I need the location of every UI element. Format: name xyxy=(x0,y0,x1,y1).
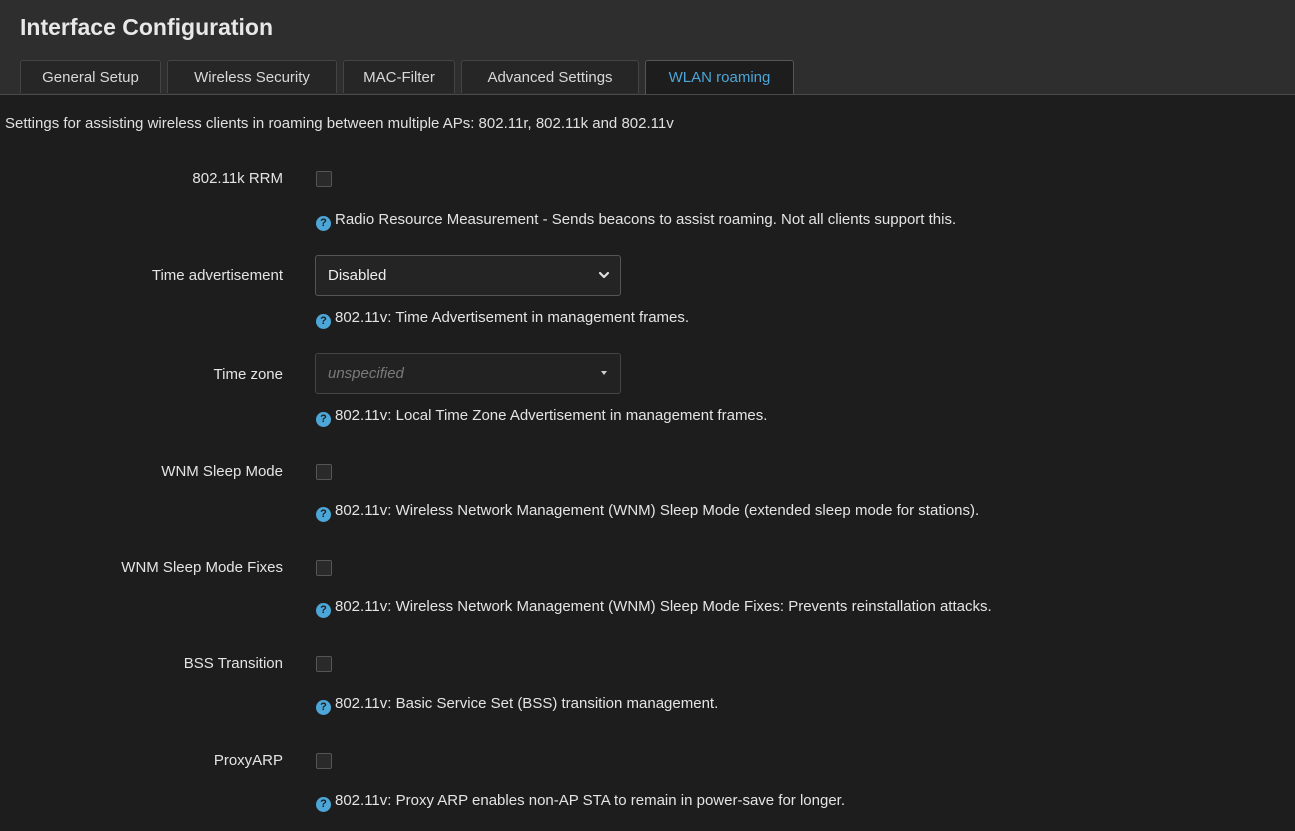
rrm-label: 802.11k RRM xyxy=(192,170,283,187)
wnm-sleep-mode-label: WNM Sleep Mode xyxy=(161,463,283,480)
time-zone-label: Time zone xyxy=(213,366,283,383)
wnm-sleep-mode-fixes-checkbox[interactable] xyxy=(316,560,332,576)
bss-transition-checkbox[interactable] xyxy=(316,656,332,672)
time-zone-select[interactable]: unspecified xyxy=(315,353,621,394)
bss-transition-help: ? 802.11v: Basic Service Set (BSS) transi… xyxy=(316,695,718,715)
wnm-sleep-mode-help-text: 802.11v: Wireless Network Management (WN… xyxy=(335,502,980,519)
wnm-sleep-mode-help: ? 802.11v: Wireless Network Management (W… xyxy=(316,502,979,522)
proxyarp-label: ProxyARP xyxy=(213,752,283,769)
question-circle-icon: ? xyxy=(316,700,331,715)
time-zone-placeholder: unspecified xyxy=(328,365,404,382)
wnm-sleep-mode-checkbox[interactable] xyxy=(316,464,332,480)
time-advertisement-label: Time advertisement xyxy=(151,267,283,284)
rrm-help-text: Radio Resource Measurement - Sends beaco… xyxy=(335,211,957,228)
tab-advanced-settings[interactable]: Advanced Settings xyxy=(461,60,639,93)
tab-content: Settings for assisting wireless clients … xyxy=(0,95,1295,831)
time-zone-help-text: 802.11v: Local Time Zone Advertisement i… xyxy=(335,407,768,424)
time-advertisement-value: Disabled xyxy=(328,267,387,284)
tab-general-setup[interactable]: General Setup xyxy=(20,60,161,93)
chevron-down-icon xyxy=(598,271,610,279)
proxyarp-help: ? 802.11v: Proxy ARP enables non-AP STA t… xyxy=(316,792,845,812)
question-circle-icon: ? xyxy=(316,797,331,812)
question-circle-icon: ? xyxy=(316,603,331,618)
question-circle-icon: ? xyxy=(316,507,331,522)
page-header: Interface Configuration xyxy=(0,0,1295,56)
tab-wireless-security[interactable]: Wireless Security xyxy=(167,60,337,93)
question-circle-icon: ? xyxy=(316,216,331,231)
tab-mac-filter[interactable]: MAC-Filter xyxy=(343,60,455,93)
proxyarp-checkbox[interactable] xyxy=(316,753,332,769)
time-advertisement-select[interactable]: Disabled xyxy=(315,255,621,296)
proxyarp-help-text: 802.11v: Proxy ARP enables non-AP STA to… xyxy=(335,792,846,809)
time-zone-help: ? 802.11v: Local Time Zone Advertisement … xyxy=(316,407,767,427)
rrm-checkbox[interactable] xyxy=(316,171,332,187)
wnm-sleep-mode-fixes-help: ? 802.11v: Wireless Network Management (W… xyxy=(316,598,992,618)
time-advertisement-help: ? 802.11v: Time Advertisement in manageme… xyxy=(316,309,689,329)
section-description: Settings for assisting wireless clients … xyxy=(5,115,674,132)
bss-transition-help-text: 802.11v: Basic Service Set (BSS) transit… xyxy=(335,695,719,712)
page-title: Interface Configuration xyxy=(20,14,274,40)
tab-wlan-roaming[interactable]: WLAN roaming xyxy=(645,60,794,94)
question-circle-icon: ? xyxy=(316,412,331,427)
question-circle-icon: ? xyxy=(316,314,331,329)
wnm-sleep-mode-fixes-help-text: 802.11v: Wireless Network Management (WN… xyxy=(335,598,992,615)
time-advertisement-help-text: 802.11v: Time Advertisement in managemen… xyxy=(335,309,690,326)
caret-down-icon xyxy=(601,371,607,375)
bss-transition-label: BSS Transition xyxy=(183,655,283,672)
rrm-help: ? Radio Resource Measurement - Sends beac… xyxy=(316,211,956,231)
tab-bar: General Setup Wireless Security MAC-Filt… xyxy=(0,56,1295,95)
wnm-sleep-mode-fixes-label: WNM Sleep Mode Fixes xyxy=(121,559,283,576)
